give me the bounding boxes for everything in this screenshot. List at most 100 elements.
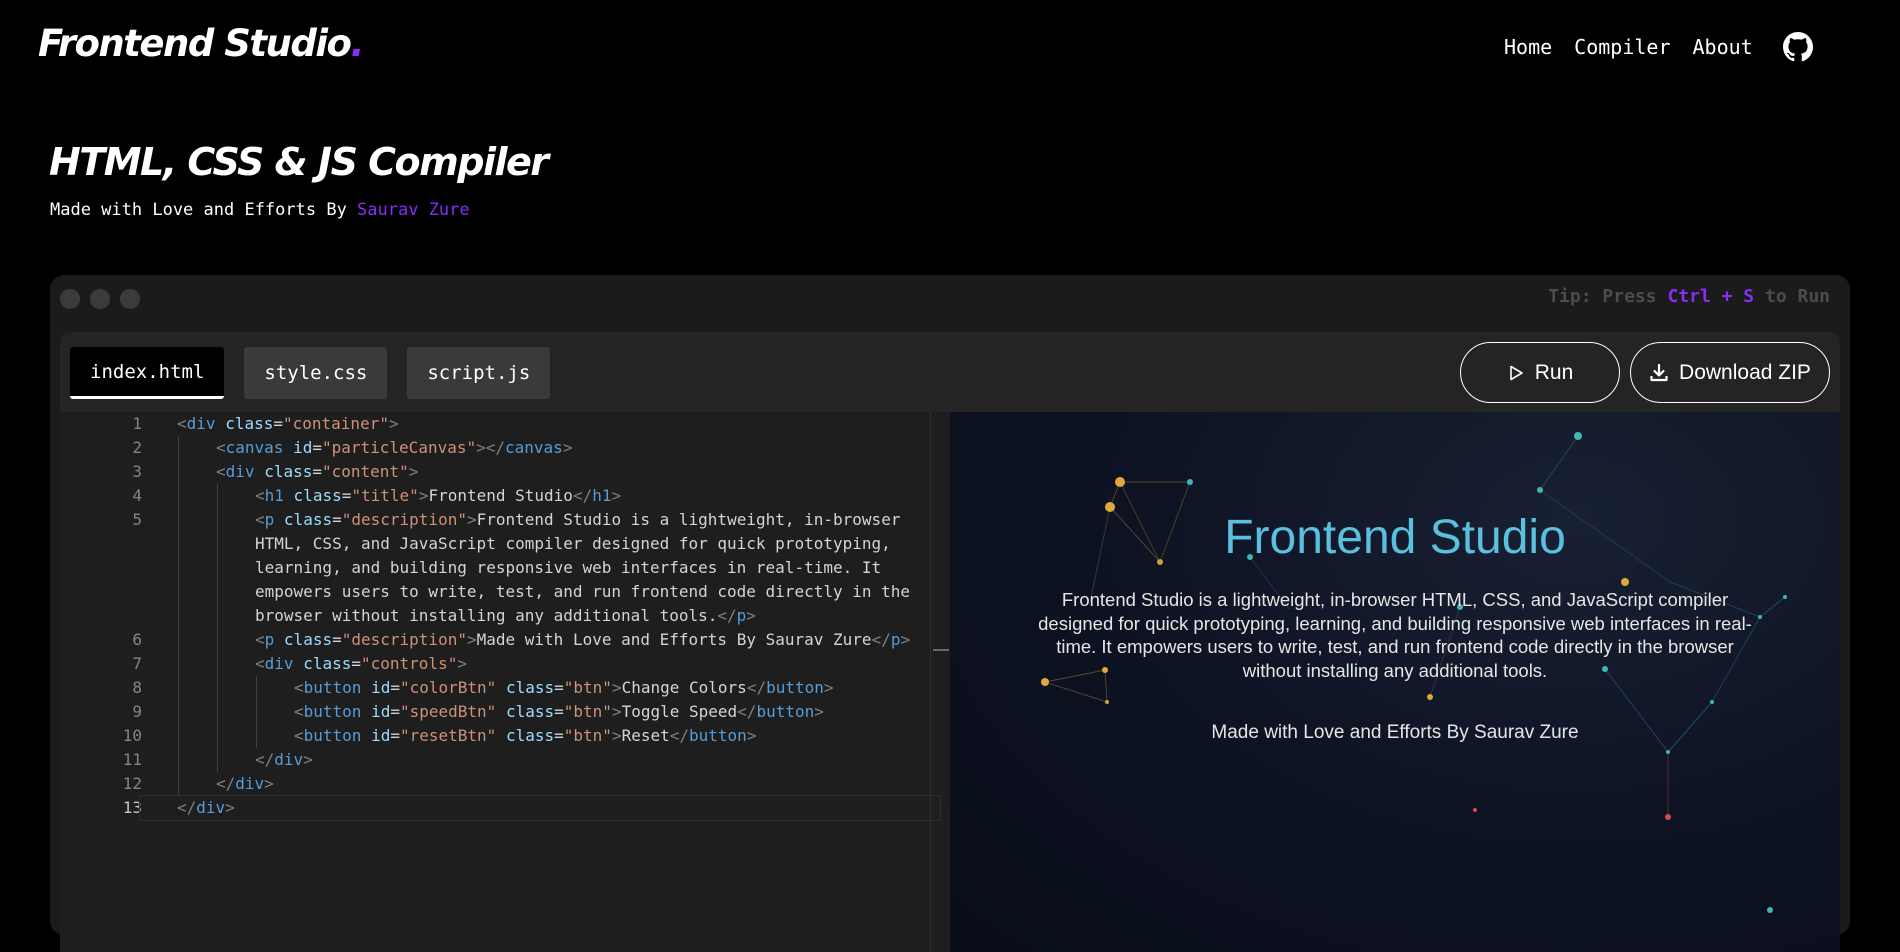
indent-guide bbox=[178, 700, 179, 724]
indent-guide bbox=[178, 652, 179, 676]
file-tabs: index.html style.css script.js bbox=[70, 347, 570, 399]
indent-guide bbox=[178, 628, 179, 652]
line-number: 9 bbox=[132, 702, 142, 721]
preview-title: Frontend Studio bbox=[1224, 511, 1566, 564]
indent-guide bbox=[217, 748, 218, 772]
shortcut-tip: Tip: Press Ctrl + S to Run bbox=[1548, 286, 1830, 307]
code-text: <div class="container"> bbox=[177, 414, 399, 433]
scroll-marker bbox=[933, 649, 949, 651]
code-line[interactable]: <div class="controls"> bbox=[140, 652, 940, 676]
code-area[interactable]: <div class="container"> <canvas id="parti… bbox=[139, 412, 941, 821]
indent-guide bbox=[256, 700, 257, 724]
tab-index-html[interactable]: index.html bbox=[70, 347, 225, 399]
tip-keys: Ctrl + S bbox=[1667, 286, 1755, 307]
code-text: </div> bbox=[177, 798, 235, 817]
editor-scrollbar[interactable] bbox=[930, 412, 949, 952]
code-line[interactable]: <p class="description">Made with Love an… bbox=[140, 628, 940, 652]
window-dot-icon bbox=[60, 289, 80, 309]
editor-panel: index.html style.css script.js Run Downl… bbox=[60, 332, 1840, 952]
code-text: <p class="description">Made with Love an… bbox=[255, 630, 911, 649]
code-line[interactable]: <h1 class="title">Frontend Studio</h1> bbox=[140, 484, 940, 508]
preview-credit: Made with Love and Efforts By Saurav Zur… bbox=[1211, 722, 1579, 743]
indent-guide bbox=[217, 652, 218, 676]
code-line[interactable]: <button id="speedBtn" class="btn">Toggle… bbox=[140, 700, 940, 724]
code-text: </div> bbox=[255, 750, 313, 769]
code-text: <div class="controls"> bbox=[255, 654, 467, 673]
code-line[interactable]: </div> bbox=[140, 748, 940, 772]
tip-prefix: Tip: Press bbox=[1548, 286, 1668, 307]
download-zip-button[interactable]: Download ZIP bbox=[1630, 342, 1830, 403]
page-subtitle: Made with Love and Efforts By Saurav Zur… bbox=[50, 200, 470, 220]
nav-home-link[interactable]: Home bbox=[1504, 35, 1552, 59]
code-text: </div> bbox=[216, 774, 274, 793]
indent-guide bbox=[217, 700, 218, 724]
code-text: <p class="description">Frontend Studio i… bbox=[255, 510, 920, 625]
code-line[interactable]: </div> bbox=[140, 772, 940, 796]
indent-guide bbox=[217, 628, 218, 652]
code-line[interactable]: <p class="description">Frontend Studio i… bbox=[140, 508, 940, 628]
code-text: <button id="colorBtn" class="btn">Change… bbox=[294, 678, 834, 697]
code-line[interactable]: <canvas id="particleCanvas"></canvas> bbox=[140, 436, 940, 460]
code-text: <div class="content"> bbox=[216, 462, 419, 481]
code-editor[interactable]: 1 2 3 4 5 6 7 8 9 10 11 12 13 <div class="container"… bbox=[60, 412, 950, 952]
code-line[interactable]: <button id="colorBtn" class="btn">Change… bbox=[140, 676, 940, 700]
indent-guide bbox=[178, 436, 179, 460]
tab-script-js[interactable]: script.js bbox=[407, 347, 551, 399]
line-number: 13 bbox=[122, 798, 142, 817]
indent-guide bbox=[178, 460, 179, 484]
line-number: 11 bbox=[122, 750, 142, 769]
line-number: 7 bbox=[132, 654, 142, 673]
brand-dot: . bbox=[350, 22, 364, 65]
brand-logo[interactable]: Frontend Studio. bbox=[38, 22, 364, 65]
indent-guide bbox=[178, 676, 179, 700]
code-text: <button id="resetBtn" class="btn">Reset<… bbox=[294, 726, 757, 745]
page-title: HTML, CSS & JS Compiler bbox=[49, 140, 549, 184]
line-number: 3 bbox=[132, 462, 142, 481]
run-label: Run bbox=[1534, 360, 1574, 384]
particle-network-canvas bbox=[1041, 432, 1787, 913]
download-label: Download ZIP bbox=[1679, 360, 1811, 384]
code-line[interactable]: <div class="container"> bbox=[140, 412, 940, 436]
window-controls bbox=[60, 289, 150, 309]
brand-name: Frontend Studio bbox=[38, 22, 352, 65]
line-number-gutter: 1 2 3 4 5 6 7 8 9 10 11 12 13 bbox=[60, 412, 142, 820]
author-name: Saurav Zure bbox=[357, 200, 470, 220]
line-number: 1 bbox=[132, 414, 142, 433]
indent-guide bbox=[178, 748, 179, 772]
nav-compiler-link[interactable]: Compiler bbox=[1574, 35, 1670, 59]
indent-guide bbox=[256, 724, 257, 748]
indent-guide bbox=[217, 484, 218, 508]
indent-guide bbox=[217, 724, 218, 748]
tab-style-css[interactable]: style.css bbox=[244, 347, 388, 399]
github-icon[interactable] bbox=[1782, 32, 1813, 62]
code-line[interactable]: <button id="resetBtn" class="btn">Reset<… bbox=[140, 724, 940, 748]
editor-actions: Run Download ZIP bbox=[1460, 342, 1830, 403]
window-dot-icon bbox=[120, 289, 140, 309]
indent-guide bbox=[217, 508, 218, 628]
live-preview: Frontend Studio Frontend Studio is a lig… bbox=[950, 412, 1840, 952]
code-text: <button id="speedBtn" class="btn">Toggle… bbox=[294, 702, 824, 721]
line-number: 8 bbox=[132, 678, 142, 697]
main-nav: Home Compiler About bbox=[1504, 32, 1813, 62]
line-number: 2 bbox=[132, 438, 142, 457]
indent-guide bbox=[178, 772, 179, 796]
nav-about-link[interactable]: About bbox=[1693, 35, 1753, 59]
tip-suffix: to Run bbox=[1754, 286, 1830, 307]
code-text: <canvas id="particleCanvas"></canvas> bbox=[216, 438, 573, 457]
preview-description: Frontend Studio is a lightweight, in-bro… bbox=[1038, 589, 1752, 681]
code-line[interactable]: </div> bbox=[139, 795, 941, 821]
indent-guide bbox=[178, 484, 179, 508]
indent-guide bbox=[178, 724, 179, 748]
subtitle-prefix: Made with Love and Efforts By bbox=[50, 200, 358, 220]
window-dot-icon bbox=[90, 289, 110, 309]
line-number: 4 bbox=[132, 486, 142, 505]
line-number: 5 bbox=[132, 510, 142, 529]
play-icon bbox=[1509, 365, 1523, 380]
code-line[interactable]: <div class="content"> bbox=[140, 460, 940, 484]
indent-guide bbox=[217, 676, 218, 700]
run-button[interactable]: Run bbox=[1460, 342, 1620, 403]
line-number: 12 bbox=[122, 774, 142, 793]
download-icon bbox=[1650, 363, 1668, 381]
editor-window: Tip: Press Ctrl + S to Run index.html st… bbox=[50, 275, 1850, 952]
indent-guide bbox=[178, 508, 179, 628]
